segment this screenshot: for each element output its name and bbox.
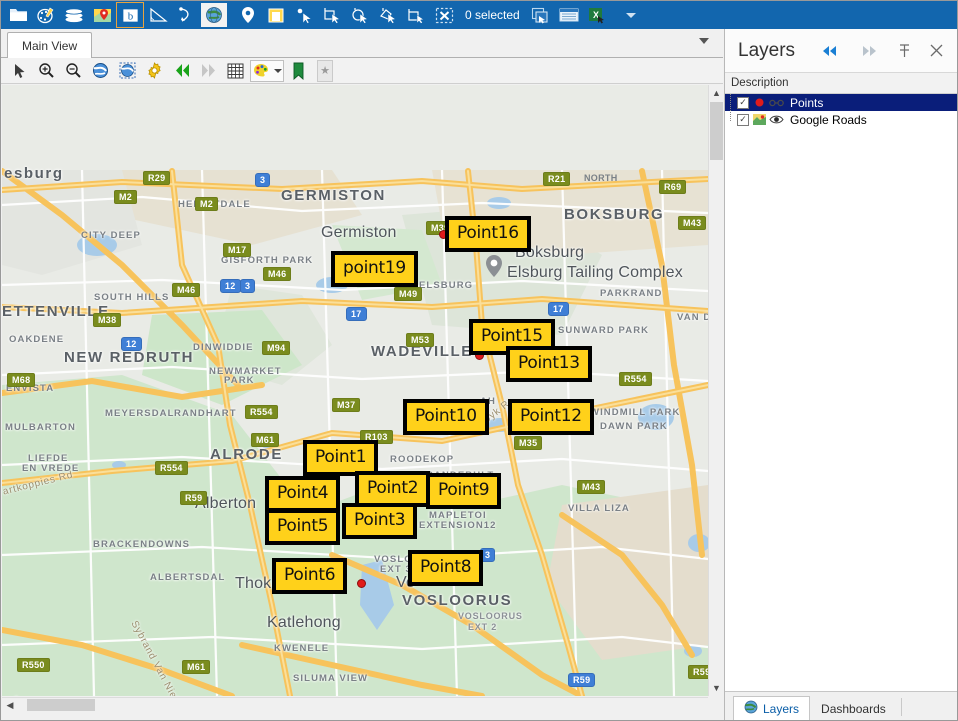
open-folder-icon[interactable] xyxy=(5,3,31,27)
red-dot-icon xyxy=(752,96,766,110)
close-icon xyxy=(930,44,942,57)
select-lasso-icon[interactable] xyxy=(375,3,401,27)
location-pin-icon[interactable] xyxy=(235,3,261,27)
point-label-8[interactable]: Point8 xyxy=(408,550,484,586)
zoom-layer-icon[interactable] xyxy=(115,60,140,82)
pin-icon xyxy=(899,43,909,57)
panel-bottom-tabs: Layers Dashboards xyxy=(725,691,957,720)
layers-tree: ✓ Points ✓ Google Roads xyxy=(725,94,957,128)
zoom-out-icon[interactable] xyxy=(61,60,86,82)
globe-icon[interactable] xyxy=(201,3,227,27)
clear-selection-icon[interactable] xyxy=(431,3,457,27)
zoom-extent-icon[interactable] xyxy=(88,60,113,82)
point-label-10[interactable]: Point10 xyxy=(403,399,489,435)
point-label-13[interactable]: Point13 xyxy=(506,346,592,382)
point-label-16[interactable]: Point16 xyxy=(445,216,531,252)
map-toolbar: ★ xyxy=(1,58,723,84)
select-rect-icon[interactable] xyxy=(319,3,345,27)
layers-stack-icon[interactable] xyxy=(61,3,87,27)
layer-name-google-roads: Google Roads xyxy=(790,112,867,127)
basemap-icon[interactable]: b xyxy=(116,2,144,28)
collapse-left-button[interactable] xyxy=(817,39,841,63)
point-label-12[interactable]: Point12 xyxy=(508,399,594,435)
view-tab-bar: Main View xyxy=(1,29,723,58)
export-excel-icon[interactable]: X xyxy=(584,3,610,27)
tab-main-view-label: Main View xyxy=(22,38,78,53)
status-bar xyxy=(1,711,724,720)
select-circle-icon[interactable] xyxy=(347,3,373,27)
pointer-arrow-icon[interactable] xyxy=(7,60,32,82)
trace-icon[interactable] xyxy=(173,3,199,27)
double-chevron-right-icon xyxy=(862,45,876,56)
scroll-up-chevron-icon[interactable]: ▲ xyxy=(709,85,724,101)
panel-tab-layers[interactable]: Layers xyxy=(733,696,811,720)
next-extent-icon[interactable] xyxy=(196,60,221,82)
point-label-2[interactable]: Point2 xyxy=(355,471,431,507)
grid-icon[interactable] xyxy=(223,60,248,82)
chevron-down-icon xyxy=(625,12,636,18)
copy-selection-icon[interactable] xyxy=(528,3,554,27)
layer-row-google-roads[interactable]: ✓ Google Roads xyxy=(725,111,957,128)
glasses-icon[interactable] xyxy=(769,96,784,110)
point-marker-dot[interactable] xyxy=(357,579,366,588)
column-header-description: Description xyxy=(731,77,789,89)
panel-tab-divider xyxy=(900,697,902,716)
map-pin-map-icon[interactable] xyxy=(89,3,115,27)
favorite-star-icon[interactable]: ★ xyxy=(317,59,333,82)
toolbar-overflow-button[interactable] xyxy=(618,3,644,27)
layer-name-points: Points xyxy=(790,95,824,110)
note-icon[interactable] xyxy=(263,3,289,27)
panel-tab-dashboards-label: Dashboards xyxy=(821,701,886,716)
panel-tab-dashboards[interactable]: Dashboards xyxy=(810,696,897,720)
panel-title: Layers xyxy=(738,39,796,61)
select-polygon-icon[interactable] xyxy=(403,3,429,27)
layers-panel: Layers Description ✓ Points ✓ Google Roa… xyxy=(724,29,957,720)
palette-chevron-down-icon xyxy=(273,68,282,73)
double-chevron-left-icon xyxy=(822,45,836,56)
map-basemap xyxy=(2,85,708,696)
tab-main-view[interactable]: Main View xyxy=(7,32,93,58)
zoom-in-icon[interactable] xyxy=(34,60,59,82)
panel-tab-layers-label: Layers xyxy=(763,701,800,716)
color-palette-icon[interactable] xyxy=(250,59,284,82)
raster-image-icon xyxy=(752,113,766,127)
eye-icon[interactable] xyxy=(769,113,784,127)
point-label-3[interactable]: Point3 xyxy=(342,503,418,539)
layer-row-points[interactable]: ✓ Points xyxy=(725,94,957,111)
vertical-scroll-thumb[interactable] xyxy=(710,102,723,160)
settings-gear-icon[interactable] xyxy=(142,60,167,82)
svg-text:b: b xyxy=(127,10,133,22)
bookmark-icon[interactable] xyxy=(286,60,311,82)
tab-overflow-chevron-down-icon[interactable] xyxy=(699,38,709,44)
table-view-icon[interactable] xyxy=(556,3,582,27)
palette-pen-icon[interactable] xyxy=(33,3,59,27)
tree-connector xyxy=(730,94,731,121)
point-label-9[interactable]: Point9 xyxy=(426,473,502,509)
point-label-5[interactable]: Point5 xyxy=(265,509,341,545)
point-label-6[interactable]: Point6 xyxy=(272,558,348,594)
collapse-right-button[interactable] xyxy=(857,39,881,63)
map-vertical-scrollbar[interactable]: ▲ ▼ xyxy=(708,85,723,696)
layers-column-header: Description xyxy=(725,73,957,94)
close-panel-button[interactable] xyxy=(924,39,948,63)
layer-checkbox-points[interactable]: ✓ xyxy=(737,96,749,109)
globe-icon xyxy=(744,700,758,717)
pin-button[interactable] xyxy=(892,39,916,63)
point-label-4[interactable]: Point4 xyxy=(265,476,341,512)
top-toolbar: b 0 selected X xyxy=(1,1,957,29)
layers-panel-header: Layers xyxy=(725,29,957,73)
scroll-down-chevron-icon[interactable]: ▼ xyxy=(709,680,724,696)
selection-status: 0 selected xyxy=(465,8,520,22)
point-label-19[interactable]: point19 xyxy=(331,251,418,287)
previous-extent-icon[interactable] xyxy=(169,60,194,82)
layer-checkbox-google-roads[interactable]: ✓ xyxy=(737,113,749,126)
map-viewport[interactable]: GERMISTON BOKSBURG Germiston Boksburg Elsbur… xyxy=(2,85,708,696)
application-window: b 0 selected X Main View ★ GERMISTON BOK… xyxy=(0,0,958,721)
measure-angle-icon[interactable] xyxy=(145,3,171,27)
select-point-icon[interactable] xyxy=(291,3,317,27)
